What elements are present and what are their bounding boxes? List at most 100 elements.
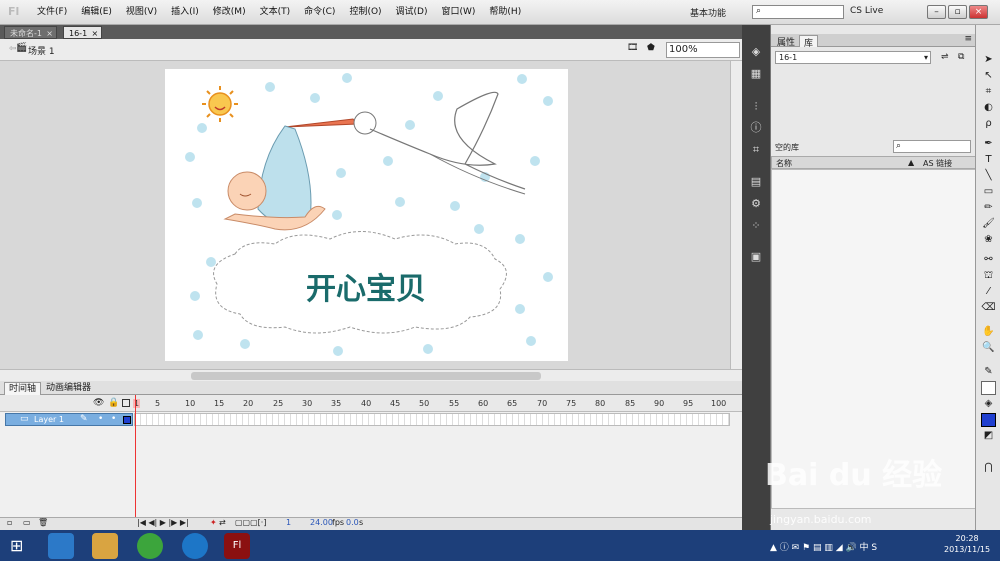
visibility-dot[interactable]: • — [98, 414, 103, 424]
library-document-select[interactable]: 16-1 ▾ — [775, 51, 931, 64]
frame-ruler[interactable]: 👁 🔒 1 5 10 15 20 25 30 35 40 45 50 55 60… — [0, 395, 742, 412]
color-icon[interactable]: ◈ — [749, 45, 763, 59]
components-icon[interactable]: ⚙ — [749, 197, 763, 211]
eraser-icon[interactable]: ⌫ — [981, 301, 996, 315]
swatches-icon[interactable]: ▦ — [749, 67, 763, 81]
current-frame[interactable]: 1 — [286, 518, 291, 527]
stage[interactable]: 开心宝贝 — [165, 69, 568, 361]
restore-button[interactable]: ▫ — [948, 5, 967, 19]
selection-tool-icon[interactable]: ➤ — [981, 53, 996, 67]
tab-library[interactable]: 库 — [799, 35, 819, 49]
cs-live-button[interactable]: CS Live — [850, 6, 883, 16]
output-icon[interactable]: ▣ — [749, 250, 763, 264]
layer-name[interactable]: Layer 1 — [34, 415, 64, 424]
timeline-tabs: 时间轴 动画编辑器 — [0, 381, 742, 395]
code-snippets-icon[interactable]: ▤ — [749, 175, 763, 189]
zoom-select[interactable]: 100% — [666, 42, 740, 58]
onion-skin-icons[interactable]: ▢▢▢[·] — [235, 518, 266, 527]
file-explorer-icon[interactable] — [92, 533, 118, 559]
motion-presets-icon[interactable]: ⁘ — [749, 219, 763, 233]
fill-color-icon[interactable]: ◈ — [981, 397, 996, 411]
eye-icon[interactable]: 👁 — [93, 398, 104, 408]
outline-color-swatch[interactable] — [123, 416, 131, 424]
deco-tool-icon[interactable]: ❀ — [981, 233, 996, 247]
menu-debug[interactable]: 调试(D) — [389, 0, 435, 25]
pin-library-icon[interactable]: ⇌ — [941, 52, 949, 62]
frame-rate[interactable]: 24.00 — [310, 518, 333, 527]
line-tool-icon[interactable]: ╲ — [981, 169, 996, 183]
snap-magnet-icon[interactable]: ⋂ — [981, 461, 996, 475]
lock-icon[interactable]: 🔒 — [108, 398, 119, 408]
align-icon[interactable]: ⫶ — [749, 100, 763, 114]
bone-tool-icon[interactable]: ⚯ — [981, 253, 996, 267]
sort-icon[interactable]: ▲ — [908, 158, 914, 167]
zoom-tool-icon[interactable]: 🔍 — [981, 341, 996, 355]
vertical-scrollbar[interactable] — [730, 61, 742, 369]
col-name[interactable]: 名称 — [776, 158, 792, 169]
kugou-icon[interactable] — [182, 533, 208, 559]
menu-file[interactable]: 文件(F) — [30, 0, 74, 25]
browser-360-icon[interactable] — [137, 533, 163, 559]
hand-tool-icon[interactable]: ✋ — [981, 325, 996, 339]
tab-properties[interactable]: 属性 — [773, 35, 799, 48]
library-search-input[interactable]: ⌕ — [893, 140, 971, 153]
transform-icon[interactable]: ⌗ — [749, 143, 763, 157]
black-white-icon[interactable]: ◩ — [981, 429, 996, 443]
layer-row[interactable]: ▭ Layer 1 ✎ • • — [5, 413, 133, 426]
edit-symbols-icon[interactable]: ⬟ — [647, 43, 655, 53]
delete-layer-icon[interactable]: 🗑 — [38, 518, 48, 527]
stroke-color-swatch[interactable] — [981, 381, 996, 395]
menu-window[interactable]: 窗口(W) — [435, 0, 483, 25]
horizontal-scrollbar[interactable] — [0, 369, 742, 381]
free-transform-icon[interactable]: ⌗ — [981, 85, 996, 99]
tab-16-1[interactable]: 16-1 × — [63, 26, 103, 39]
menu-commands[interactable]: 命令(C) — [297, 0, 342, 25]
tray-icons[interactable]: ▲ ⓘ ✉ ⚑ ▤ ▥ ◢ 🔊 中 S — [770, 540, 877, 553]
eyedropper-icon[interactable]: ⁄ — [981, 285, 996, 299]
info-icon[interactable]: ⓘ — [749, 121, 763, 135]
flash-app-icon[interactable]: Fl — [224, 533, 250, 559]
rectangle-tool-icon[interactable]: ▭ — [981, 185, 996, 199]
windows-start-icon[interactable]: ⊞ — [10, 536, 23, 555]
col-linkage[interactable]: AS 链接 — [923, 158, 952, 169]
new-library-panel-icon[interactable]: ⧉ — [958, 52, 964, 62]
menu-help[interactable]: 帮助(H) — [482, 0, 528, 25]
brush-tool-icon[interactable]: 🖌 — [981, 217, 996, 231]
outline-icon[interactable] — [122, 399, 130, 407]
lasso-icon[interactable]: ρ — [981, 117, 996, 131]
tab-timeline[interactable]: 时间轴 — [4, 382, 42, 395]
loop-icon[interactable]: ⇄ — [219, 518, 226, 527]
playhead[interactable] — [135, 395, 136, 530]
help-search-input[interactable]: ⌕ — [752, 5, 844, 19]
panel-menu-icon[interactable]: ≡ — [964, 34, 972, 44]
menu-insert[interactable]: 插入(I) — [164, 0, 206, 25]
workspace-switcher[interactable]: 基本功能 — [690, 6, 726, 19]
new-layer-icon[interactable]: ▫ — [7, 518, 12, 527]
stroke-color-icon[interactable]: ✎ — [981, 365, 996, 379]
edit-scene-icon[interactable]: 🎞 — [627, 43, 638, 53]
menu-text[interactable]: 文本(T) — [253, 0, 298, 25]
3d-rotation-icon[interactable]: ◐ — [981, 101, 996, 115]
paint-bucket-icon[interactable]: ⛫ — [981, 269, 996, 283]
lock-dot[interactable]: • — [111, 414, 116, 424]
fill-color-swatch[interactable] — [981, 413, 996, 427]
frame-grid[interactable] — [134, 413, 730, 426]
center-frame-icon[interactable]: ✦ — [210, 518, 217, 527]
pen-tool-icon[interactable]: ✒ — [981, 137, 996, 151]
system-clock[interactable]: 20:28 2013/11/15 — [944, 533, 990, 555]
new-folder-icon[interactable]: ▭ — [23, 518, 31, 527]
tab-motion-editor[interactable]: 动画编辑器 — [42, 382, 95, 395]
playback-controls[interactable]: |◀ ◀| ▶ |▶ ▶| — [137, 518, 189, 527]
scroll-thumb[interactable] — [191, 372, 541, 380]
minimize-button[interactable]: – — [927, 5, 946, 19]
subselection-tool-icon[interactable]: ↖ — [981, 69, 996, 83]
menu-view[interactable]: 视图(V) — [119, 0, 164, 25]
menu-modify[interactable]: 修改(M) — [206, 0, 253, 25]
menu-control[interactable]: 控制(O) — [342, 0, 388, 25]
text-tool-icon[interactable]: T — [981, 153, 996, 167]
close-button[interactable]: × — [969, 5, 988, 19]
pencil-tool-icon[interactable]: ✏ — [981, 201, 996, 215]
ie-icon[interactable] — [48, 533, 74, 559]
tab-untitled[interactable]: 未命名-1 × — [4, 26, 57, 39]
menu-edit[interactable]: 编辑(E) — [74, 0, 119, 25]
